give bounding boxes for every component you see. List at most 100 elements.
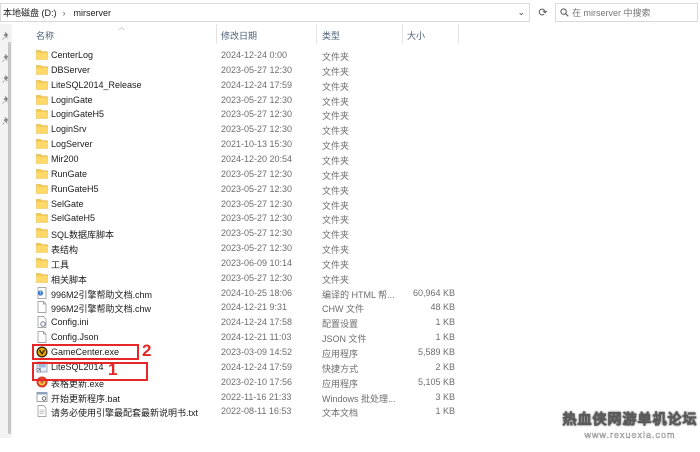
file-date: 2023-05-27 12:30	[221, 272, 293, 283]
batch-file-icon	[36, 391, 48, 403]
nav-scrollbar-thumb[interactable]	[8, 42, 11, 434]
file-name: RunGateH5	[51, 183, 99, 194]
file-type: 文件夹	[322, 259, 350, 270]
file-date: 2024-12-21 9:31	[221, 302, 288, 313]
file-row-表结构[interactable]: 表结构 2023-05-27 12:30 文件夹	[20, 241, 460, 256]
file-date: 2023-05-27 12:30	[221, 109, 293, 120]
file-row-RunGate[interactable]: RunGate 2023-05-27 12:30 文件夹	[20, 167, 460, 182]
file-name: Config.ini	[51, 317, 89, 328]
folder-icon	[36, 49, 48, 61]
breadcrumb-folder[interactable]: mirserver	[72, 8, 112, 18]
folder-icon	[36, 153, 48, 165]
search-input[interactable]	[572, 7, 692, 18]
sort-ascending-icon: ︿	[118, 24, 125, 31]
file-row-Mir200[interactable]: Mir200 2024-12-20 20:54 文件夹	[20, 152, 460, 167]
file-date: 2023-05-27 12:30	[221, 228, 293, 239]
folder-icon	[36, 123, 48, 135]
text-file-icon	[36, 405, 48, 418]
file-date: 2023-05-27 12:30	[221, 64, 293, 75]
file-row-相关脚本[interactable]: 相关脚本 2023-05-27 12:30 文件夹	[20, 271, 460, 286]
file-type: 文件夹	[322, 230, 350, 241]
file-row-LoginSrv[interactable]: LoginSrv 2023-05-27 12:30 文件夹	[20, 122, 460, 137]
file-type: Windows 批处理...	[322, 393, 396, 404]
horizontal-scroll-area[interactable]	[12, 438, 700, 452]
file-date: 2022-08-11 16:53	[221, 406, 292, 417]
file-name: LoginSrv	[51, 124, 87, 135]
folder-icon	[36, 272, 48, 284]
file-date: 2021-10-13 15:30	[221, 139, 293, 150]
file-date: 2024-12-24 17:59	[221, 361, 293, 372]
file-type: 文件夹	[322, 215, 350, 226]
file-date: 2023-05-27 12:30	[221, 124, 293, 135]
column-divider[interactable]	[216, 24, 217, 44]
file-date: 2023-05-27 12:30	[221, 183, 293, 194]
file-row-LoginGate[interactable]: LoginGate 2023-05-27 12:30 文件夹	[20, 93, 460, 108]
document-file-icon	[36, 301, 48, 314]
file-row-CenterLog[interactable]: CenterLog 2024-12-24 0:00 文件夹	[20, 48, 460, 63]
file-row-LogServer[interactable]: LogServer 2021-10-13 15:30 文件夹	[20, 137, 460, 152]
file-row-DBServer[interactable]: DBServer 2023-05-27 12:30 文件夹	[20, 63, 460, 78]
file-type: 文本文档	[322, 408, 359, 419]
breadcrumb-chevron-icon[interactable]: ›	[63, 8, 66, 18]
column-header-type[interactable]: 类型	[322, 29, 340, 42]
file-row-SelGateH5[interactable]: SelGateH5 2023-05-27 12:30 文件夹	[20, 211, 460, 226]
file-type: 应用程序	[322, 378, 359, 389]
file-row-996M2引擎帮助文档.chm[interactable]: ? 996M2引擎帮助文档.chm 2024-10-25 18:06 编译的 H…	[20, 286, 460, 301]
file-name: 996M2引擎帮助文档.chm	[51, 289, 153, 300]
file-date: 2023-05-27 12:30	[221, 198, 293, 209]
file-size: 5,589 KB	[417, 347, 455, 357]
file-date: 2024-10-25 18:06	[221, 287, 293, 298]
navigation-pane	[0, 24, 12, 438]
file-row-LoginGateH5[interactable]: LoginGateH5 2023-05-27 12:30 文件夹	[20, 107, 460, 122]
file-row-工具[interactable]: 工具 2023-06-09 10:14 文件夹	[20, 256, 460, 271]
column-header-date[interactable]: 修改日期	[221, 29, 257, 42]
chevron-down-icon[interactable]: ⌄	[517, 7, 525, 18]
file-date: 2024-12-24 17:58	[221, 317, 293, 328]
file-type: 文件夹	[322, 274, 350, 285]
column-divider[interactable]	[458, 24, 459, 44]
file-type: 文件夹	[322, 141, 350, 152]
file-size: 60,964 KB	[412, 287, 455, 298]
column-header-size[interactable]: 大小	[407, 29, 425, 42]
file-row-Config.ini[interactable]: Config.ini 2024-12-24 17:58 配置设置 1 KB	[20, 315, 460, 330]
file-type: 文件夹	[322, 111, 350, 122]
file-date: 2023-03-09 14:52	[221, 347, 293, 357]
file-name: Mir200	[51, 153, 79, 164]
file-row-LiteSQL2014_Release[interactable]: LiteSQL2014_Release 2024-12-24 17:59 文件夹	[20, 78, 460, 93]
file-name: 请务必使用引擎最配套最新说明书.txt	[51, 408, 199, 419]
file-type: 文件夹	[322, 200, 350, 211]
column-divider[interactable]	[316, 24, 317, 44]
pin-icon	[2, 31, 10, 40]
search-box[interactable]	[555, 3, 698, 22]
column-header-name[interactable]: 名称	[36, 29, 54, 42]
column-divider[interactable]	[402, 24, 403, 44]
folder-icon	[36, 168, 48, 180]
file-row-开始更新程序.bat[interactable]: 开始更新程序.bat 2022-11-16 21:33 Windows 批处理.…	[20, 390, 460, 405]
refresh-icon[interactable]: ⟳	[534, 3, 552, 22]
file-row-SelGate[interactable]: SelGate 2023-05-27 12:30 文件夹	[20, 197, 460, 212]
folder-icon	[36, 257, 48, 269]
file-row-请务必使用引擎最配套最新说明书.txt[interactable]: 请务必使用引擎最配套最新说明书.txt 2022-08-11 16:53 文本文…	[20, 404, 460, 419]
file-type: 文件夹	[322, 81, 350, 92]
annotation-box-2	[32, 344, 139, 360]
file-type: 文件夹	[322, 66, 350, 77]
settings-file-icon	[36, 316, 48, 329]
folder-icon	[36, 64, 48, 76]
file-date: 2022-11-16 21:33	[221, 391, 292, 402]
breadcrumb-drive[interactable]: 本地磁盘 (D:)	[1, 6, 57, 19]
file-size: 1 KB	[435, 317, 455, 328]
file-type: 应用程序	[322, 349, 359, 359]
file-size: 5,105 KB	[417, 376, 455, 387]
file-type: 文件夹	[322, 170, 350, 181]
file-date: 2024-12-20 20:54	[221, 153, 293, 164]
file-name: SQL数据库脚本	[51, 230, 115, 241]
file-row-996M2引擎帮助文档.chw[interactable]: 996M2引擎帮助文档.chw 2024-12-21 9:31 CHW 文件 4…	[20, 300, 460, 315]
file-type: 文件夹	[322, 155, 350, 166]
file-row-Config.Json[interactable]: Config.Json 2024-12-21 11:03 JSON 文件 1 K…	[20, 330, 460, 345]
file-row-RunGateH5[interactable]: RunGateH5 2023-05-27 12:30 文件夹	[20, 182, 460, 197]
file-name: 996M2引擎帮助文档.chw	[51, 304, 152, 315]
file-name: 开始更新程序.bat	[51, 393, 121, 404]
annotation-label-1: 1	[108, 360, 118, 379]
file-row-SQL数据库脚本[interactable]: SQL数据库脚本 2023-05-27 12:30 文件夹	[20, 226, 460, 241]
address-bar[interactable]: 本地磁盘 (D:) › mirserver ⌄	[0, 3, 530, 22]
